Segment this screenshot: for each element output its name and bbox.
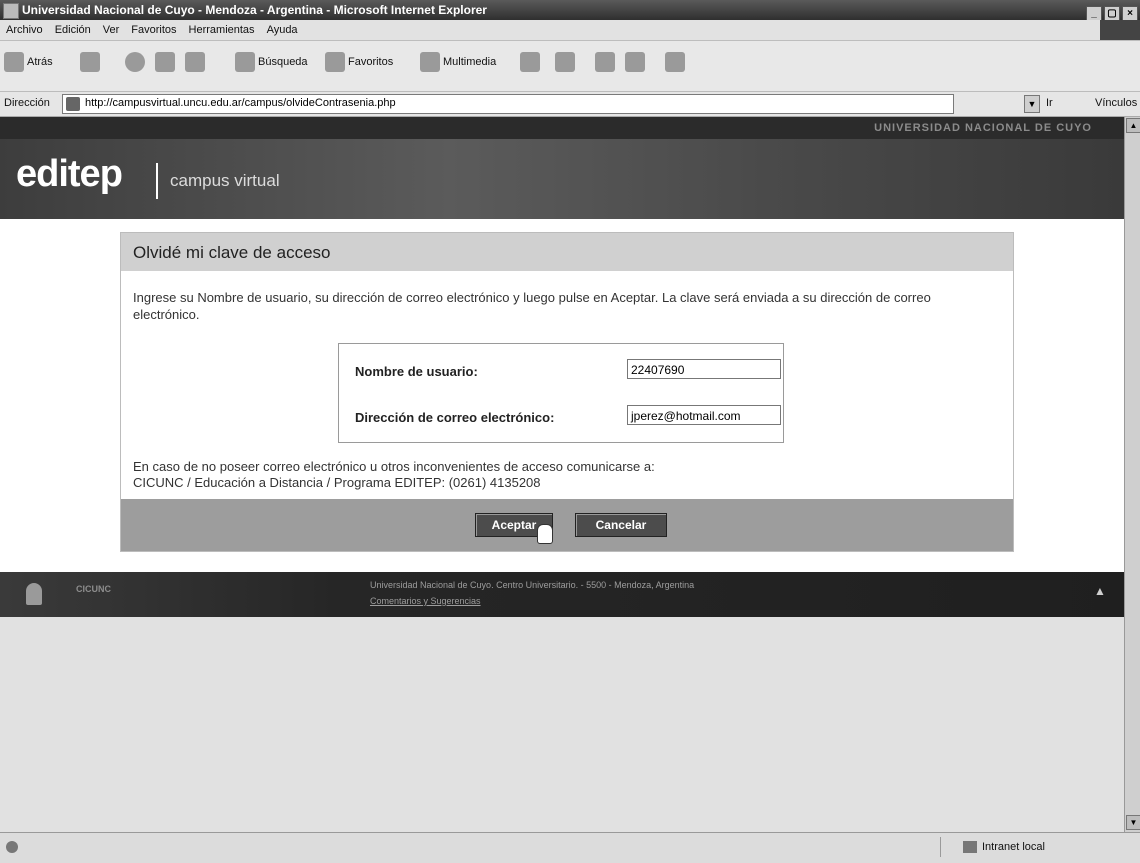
favorites-label: Favoritos [348,56,394,68]
address-url: http://campusvirtual.uncu.edu.ar/campus/… [85,97,396,109]
contact-note-line2: CICUNC / Educación a Distancia / Program… [133,475,541,490]
back-label: Atrás [27,56,53,68]
menu-favoritos[interactable]: Favoritos [125,20,182,40]
browser-icon [3,3,19,19]
address-input[interactable]: http://campusvirtual.uncu.edu.ar/campus/… [62,94,954,114]
zone-label: Intranet local [982,841,1045,853]
home-icon [185,52,205,73]
edit-button[interactable] [625,44,648,80]
username-input[interactable]: 22407690 [627,359,781,379]
logo-divider [156,163,158,199]
back-to-top-icon[interactable]: ▲ [1094,584,1106,598]
site-tagline: campus virtual [170,171,280,190]
stop-icon [125,52,145,73]
page-icon [66,97,80,111]
mail-button[interactable] [555,44,578,80]
forgot-password-panel: Olvidé mi clave de acceso Ingrese su Nom… [120,232,1014,552]
forward-arrow-icon [80,52,100,73]
links-button[interactable]: Vínculos [1095,97,1137,109]
status-bar: Intranet local [0,832,1140,863]
credentials-form: Nombre de usuario: 22407690 Dirección de… [338,343,784,443]
address-label: Dirección [4,97,50,109]
window-controls: _ ▢ × [1084,2,1138,22]
footer-address: Universidad Nacional de Cuyo. Centro Uni… [370,580,695,590]
print-button[interactable] [595,44,618,80]
footer-org: CICUNC [76,584,111,594]
scroll-down-arrow-icon[interactable]: ▼ [1126,815,1140,830]
email-label: Dirección de correo electrónico: [355,410,555,425]
panel-title: Olvidé mi clave de acceso [133,243,331,262]
address-bar: Dirección http://campusvirtual.uncu.edu.… [0,92,1140,117]
empty-page-area [0,617,1124,832]
feedback-link[interactable]: Comentarios y Sugerencias [370,596,481,606]
favorites-button[interactable]: Favoritos [325,44,393,80]
menu-bar: Archivo Edición Ver Favoritos Herramientas Ay… [0,20,1140,41]
go-button[interactable]: Ir [1046,97,1053,109]
menu-herramientas[interactable]: Herramientas [183,20,261,40]
email-input[interactable]: jperez@hotmail.com [627,405,781,425]
instructions-text: Ingrese su Nombre de usuario, su direcci… [133,290,931,322]
panel-header: Olvidé mi clave de acceso [121,233,1013,271]
history-icon [520,52,540,73]
button-bar: Aceptar Cancelar [121,499,1013,551]
messenger-button[interactable] [665,44,688,80]
scroll-up-arrow-icon[interactable]: ▲ [1126,118,1140,133]
vertical-scrollbar[interactable]: ▲ ▼ [1124,117,1140,832]
search-button[interactable]: Búsqueda [235,44,308,80]
university-name: UNIVERSIDAD NACIONAL DE CUYO [874,122,1092,134]
history-button[interactable] [520,44,543,80]
username-label: Nombre de usuario: [355,364,478,379]
menu-ver[interactable]: Ver [97,20,126,40]
back-button[interactable]: Atrás [4,44,53,80]
contact-note: En caso de no poseer correo electrónico … [133,459,999,491]
forward-button[interactable] [80,44,103,80]
site-footer: CICUNC Universidad Nacional de Cuyo. Cen… [0,572,1124,617]
print-icon [595,52,615,73]
multimedia-button[interactable]: Multimedia [420,44,496,80]
cancel-button[interactable]: Cancelar [575,513,667,537]
refresh-button[interactable] [155,44,178,80]
home-button[interactable] [185,44,208,80]
toolbar: Atrás Búsqueda Favoritos Multimedia [0,41,1140,92]
address-dropdown-button[interactable]: ▼ [1024,95,1040,113]
top-band: UNIVERSIDAD NACIONAL DE CUYO [0,117,1124,139]
window-title: Universidad Nacional de Cuyo - Mendoza -… [22,3,487,17]
cicunc-logo-icon [26,583,42,605]
multimedia-label: Multimedia [443,56,497,68]
main-content: Olvidé mi clave de acceso Ingrese su Nom… [0,219,1124,572]
refresh-icon [155,52,175,73]
editep-logo: editep [16,153,123,195]
page-viewport: UNIVERSIDAD NACIONAL DE CUYO editep camp… [0,117,1124,832]
site-banner: editep campus virtual [0,139,1124,219]
menu-archivo[interactable]: Archivo [0,20,49,40]
messenger-icon [665,52,685,73]
edit-icon [625,52,645,73]
contact-note-line1: En caso de no poseer correo electrónico … [133,459,655,474]
windows-logo [1100,20,1140,40]
window-title-bar: Universidad Nacional de Cuyo - Mendoza -… [0,0,1140,22]
back-arrow-icon [4,52,24,73]
security-zone: Intranet local [940,837,1136,857]
mail-icon [555,52,575,73]
multimedia-icon [420,52,440,73]
favorites-star-icon [325,52,345,73]
search-label: Búsqueda [258,56,308,68]
hand-cursor-icon [537,524,553,544]
intranet-zone-icon [963,841,977,854]
menu-ayuda[interactable]: Ayuda [261,20,304,40]
page-status-icon [6,841,18,853]
menu-edicion[interactable]: Edición [49,20,97,40]
search-icon [235,52,255,73]
stop-button[interactable] [125,44,148,80]
